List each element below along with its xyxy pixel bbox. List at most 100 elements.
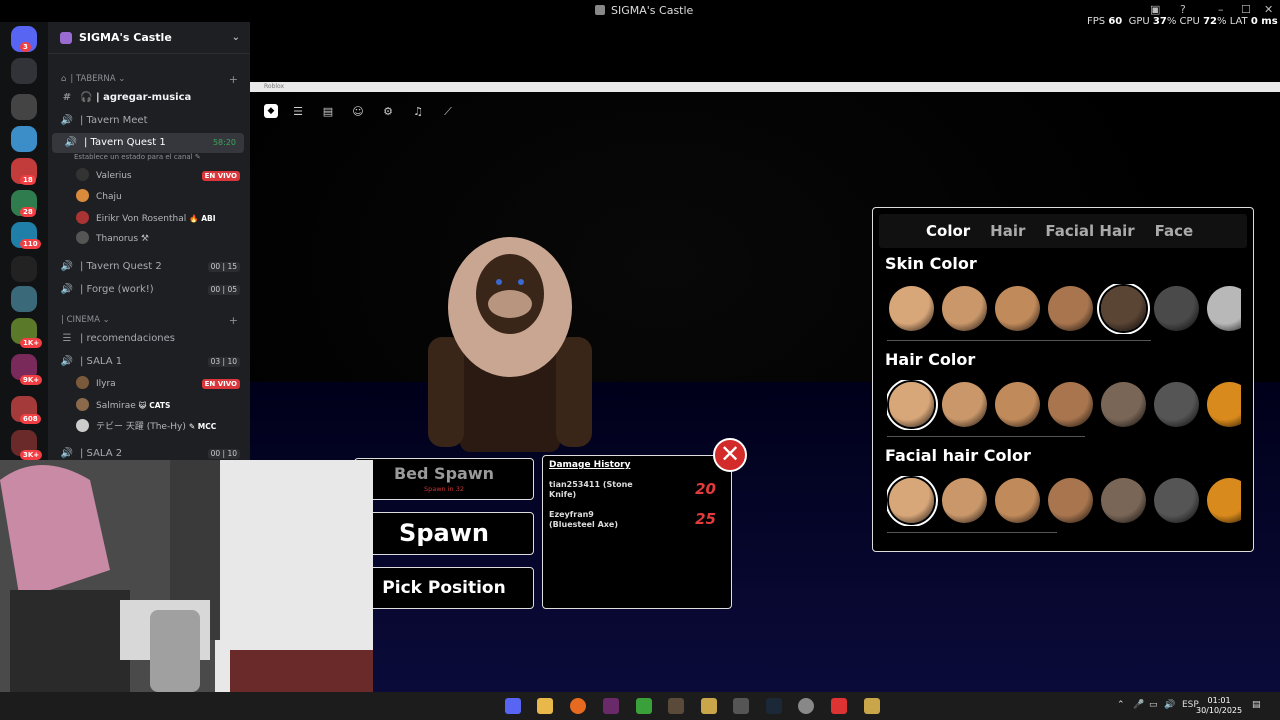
color-swatch[interactable] <box>942 478 987 523</box>
damage-entry: tian253411 (Stone Knife) 20 <box>549 480 724 500</box>
color-swatch[interactable] <box>1154 286 1199 331</box>
color-swatch[interactable] <box>1207 382 1241 427</box>
voice-member[interactable]: Chaju <box>48 187 250 208</box>
guild-header[interactable]: SIGMA's Castle ⌄ <box>48 22 250 54</box>
color-swatch[interactable] <box>1101 478 1146 523</box>
color-swatch[interactable] <box>1048 478 1093 523</box>
channel-agregar-musica[interactable]: # 🎧 | agregar-musica <box>48 88 250 108</box>
firefox-icon[interactable] <box>570 698 586 714</box>
category-cinema[interactable]: | CINEMA ⌄ + <box>48 314 250 327</box>
user-count: 03 | 10 <box>207 357 240 367</box>
app-taskbar-icon[interactable] <box>668 698 684 714</box>
folder-icon[interactable] <box>537 698 553 714</box>
color-swatch[interactable] <box>1154 382 1199 427</box>
color-swatch[interactable] <box>1048 286 1093 331</box>
voice-member[interactable]: Ilyra EN VIVO <box>48 374 250 395</box>
steam-icon[interactable] <box>766 698 782 714</box>
app-taskbar-icon[interactable] <box>864 698 880 714</box>
tab-facial-hair[interactable]: Facial Hair <box>1045 222 1134 240</box>
notification-icon[interactable]: ▤ <box>1252 700 1261 710</box>
channel-tavern-quest-2[interactable]: 🔊 | Tavern Quest 2 00 | 15 <box>48 257 250 277</box>
color-swatch[interactable] <box>995 286 1040 331</box>
screen-share-icon[interactable]: ▣ <box>1150 3 1160 16</box>
tools-icon[interactable]: ⟋ <box>438 104 458 120</box>
chat-icon[interactable]: ▤ <box>318 104 338 120</box>
music-icon[interactable]: ♫ <box>408 104 428 120</box>
avatar <box>76 398 89 411</box>
color-swatch[interactable] <box>1048 382 1093 427</box>
pick-position-button[interactable]: Pick Position <box>354 567 534 609</box>
obs-icon[interactable] <box>831 698 847 714</box>
channel-tavern-quest-1[interactable]: 🔊 | Tavern Quest 1 58:20 <box>52 133 244 153</box>
color-swatch[interactable] <box>942 286 987 331</box>
close-icon[interactable]: ✕ <box>713 438 747 472</box>
count-limit: 05 <box>227 285 237 294</box>
voice-member[interactable]: Salmirae 😺 CATS <box>48 395 250 416</box>
app-taskbar-icon[interactable] <box>701 698 717 714</box>
pencil-icon: ✎ <box>194 153 201 161</box>
app-taskbar-icon[interactable] <box>733 698 749 714</box>
bed-spawn-button[interactable]: Bed Spawn Spawn in 32 <box>354 458 534 500</box>
help-icon[interactable]: ? <box>1180 3 1186 16</box>
count-current: 00 <box>210 285 221 294</box>
tab-color[interactable]: Color <box>926 222 970 240</box>
guild-name: SIGMA's Castle <box>79 31 172 44</box>
hair-color-title: Hair Color <box>885 350 976 369</box>
channel-sala-1[interactable]: 🔊 | SALA 1 03 | 10 <box>48 352 250 372</box>
server-icon[interactable] <box>11 256 37 282</box>
close-window-button[interactable]: ✕ <box>1264 3 1273 16</box>
spawn-button[interactable]: Spawn <box>354 512 534 555</box>
settings-icon[interactable] <box>798 698 814 714</box>
color-swatch[interactable] <box>889 478 934 523</box>
network-icon[interactable]: ▭ <box>1149 700 1158 710</box>
settings-icon[interactable]: ⚙ <box>378 104 398 120</box>
roblox-menu-icon[interactable]: ◆ <box>264 104 278 118</box>
server-icon[interactable] <box>11 126 37 152</box>
voice-member[interactable]: Thanorus ⚒ <box>48 229 250 250</box>
color-swatch[interactable] <box>995 478 1040 523</box>
color-swatch[interactable] <box>1207 286 1241 331</box>
guild-icon <box>60 31 72 44</box>
maximize-button[interactable]: ☐ <box>1241 3 1251 16</box>
discord-taskbar-icon[interactable] <box>505 698 521 714</box>
color-swatch[interactable] <box>995 382 1040 427</box>
color-swatch[interactable] <box>1154 478 1199 523</box>
microphone-icon[interactable]: 🎤 <box>1133 700 1144 710</box>
category-taberna[interactable]: ⌂ | TABERNA ⌄ + <box>48 73 250 86</box>
color-swatch[interactable] <box>942 382 987 427</box>
color-swatch[interactable] <box>889 382 934 427</box>
webcam-overlay <box>0 460 373 692</box>
tab-face[interactable]: Face <box>1155 222 1194 240</box>
member-name: Chaju <box>96 192 122 202</box>
color-swatch[interactable] <box>1101 286 1146 331</box>
tray-chevron-icon[interactable]: ⌃ <box>1117 700 1125 710</box>
emote-icon[interactable]: ☺ <box>348 104 368 120</box>
voice-member[interactable]: Eirikr Von Rosenthal 🔥 ABI <box>48 208 250 229</box>
tab-hair[interactable]: Hair <box>990 222 1025 240</box>
server-badge: 110 <box>20 239 41 249</box>
minecraft-icon[interactable] <box>636 698 652 714</box>
channel-label: | agregar-musica <box>95 92 192 103</box>
menu-icon[interactable]: ☰ <box>288 104 308 120</box>
app-taskbar-icon[interactable] <box>603 698 619 714</box>
server-icon[interactable] <box>11 94 37 120</box>
channel-forge[interactable]: 🔊 | Forge (work!) 00 | 05 <box>48 280 250 300</box>
hourglass-icon[interactable] <box>11 58 37 84</box>
voice-member[interactable]: テビー 天躍 (The-Hy) ✎ MCC <box>48 416 250 437</box>
channel-status-prompt[interactable]: Establece un estado para el canal ✎ <box>62 153 264 161</box>
color-swatch[interactable] <box>1207 478 1241 523</box>
server-badge: 1K+ <box>20 338 43 348</box>
chevron-down-icon[interactable]: ⌄ <box>232 32 240 43</box>
color-swatch[interactable] <box>889 286 934 331</box>
server-icon[interactable] <box>11 286 37 312</box>
channel-recomendaciones[interactable]: ☰ | recomendaciones <box>48 329 250 349</box>
color-swatch[interactable] <box>1101 382 1146 427</box>
channel-tavern-meet[interactable]: 🔊 | Tavern Meet <box>48 111 250 131</box>
minimize-button[interactable]: – <box>1218 3 1224 16</box>
add-channel-icon[interactable]: + <box>229 314 238 327</box>
game-viewport[interactable]: Roblox ◆ ☰ ▤ ☺ ⚙ ♫ ⟋ Color Hair Facial H… <box>250 82 1280 692</box>
volume-icon[interactable]: 🔊 <box>1164 700 1175 710</box>
voice-member[interactable]: Valerius EN VIVO <box>48 166 250 187</box>
clock[interactable]: 01:01 30/10/2025 <box>1196 696 1242 716</box>
add-channel-icon[interactable]: + <box>229 73 238 86</box>
